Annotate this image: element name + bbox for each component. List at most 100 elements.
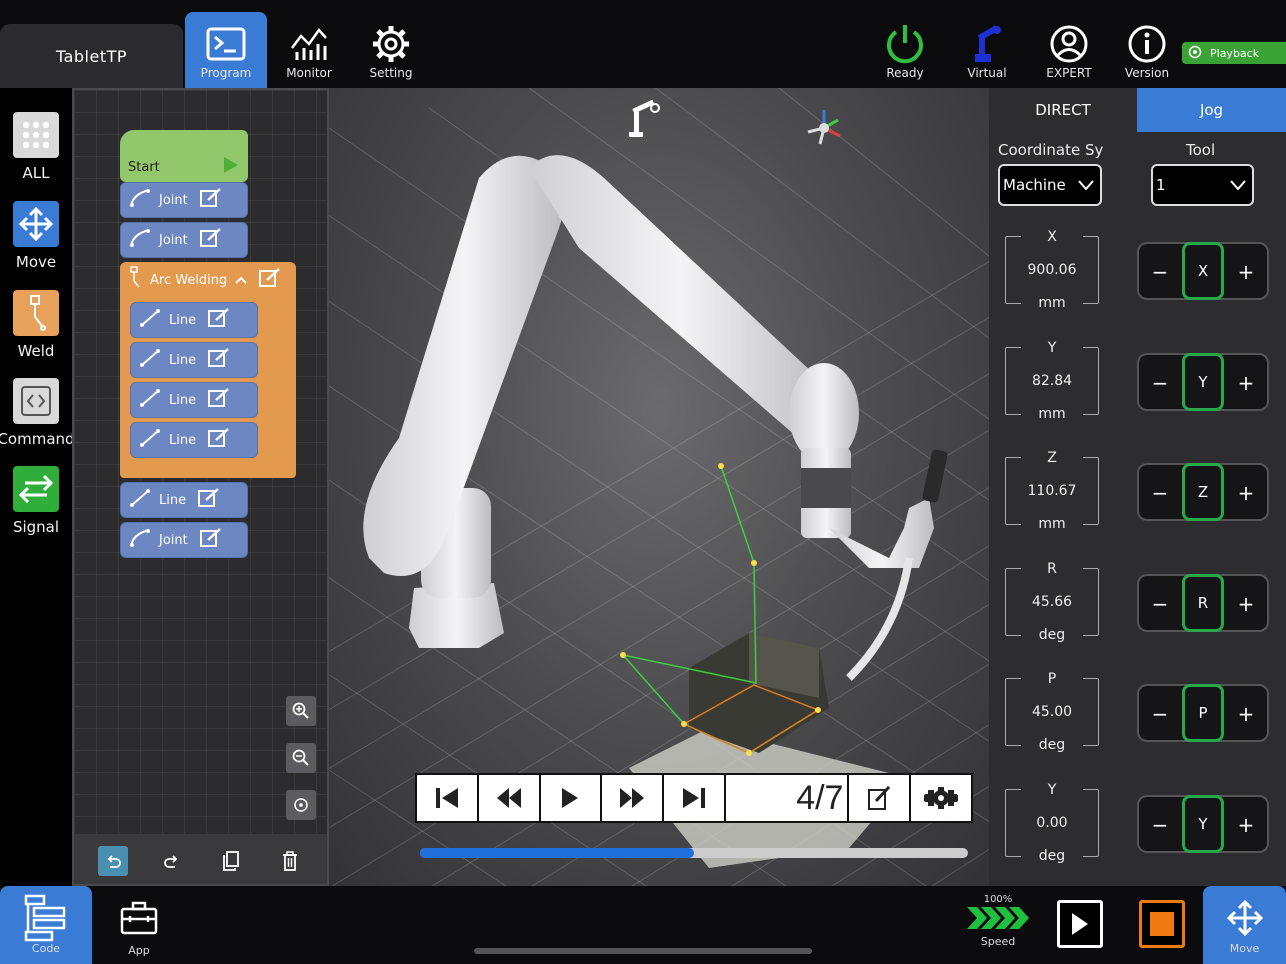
jog-minus-button[interactable]: − [1145,369,1175,397]
version-button[interactable]: Version [1106,12,1188,88]
edit-icon[interactable] [208,388,230,412]
edit-icon[interactable] [208,308,230,332]
start-block[interactable]: Start [120,130,248,182]
jog-minus-button[interactable]: − [1145,700,1175,728]
arc-welding-block[interactable]: Arc Welding [120,262,296,298]
joint-block[interactable]: Joint [120,522,248,558]
axis-name: Z [1047,450,1057,466]
stop-square-icon [1150,912,1174,936]
ready-button[interactable]: Ready [864,12,946,88]
rewind-button[interactable] [479,775,541,821]
line-block[interactable]: Line [130,382,258,418]
skip-to-start-button[interactable] [417,775,479,821]
joint-label: Joint [159,232,188,248]
undo-button[interactable] [98,846,128,876]
jog-minus-button[interactable]: − [1145,258,1175,286]
redo-button[interactable] [157,846,187,876]
jog-axis-button[interactable]: Y [1182,795,1224,853]
fast-forward-icon [620,788,645,808]
stop-button[interactable] [1139,900,1185,948]
robot-3d-viewport[interactable] [329,88,989,886]
line-path-icon [139,348,161,372]
playback-progress-bar[interactable] [420,848,968,858]
playback-settings-button[interactable] [911,775,971,821]
jog-minus-button[interactable]: − [1145,479,1175,507]
edit-icon[interactable] [199,228,222,252]
jog-plus-button[interactable]: + [1231,258,1261,286]
jog-axis-button[interactable]: P [1182,684,1224,742]
tab-jog[interactable]: Jog [1137,88,1286,132]
line-block[interactable]: Line [130,342,258,378]
jog-plus-button[interactable]: + [1231,700,1261,728]
joint-block[interactable]: Joint [120,222,248,258]
jog-axis-button[interactable]: Y [1182,353,1224,411]
axis-unit: mm [1038,406,1066,422]
expert-button[interactable]: EXPERT [1028,12,1110,88]
axis-value: 45.00 [1031,704,1073,720]
jog-control: − Y + [1137,353,1269,411]
line-block[interactable]: Line [130,422,258,458]
playback-toggle[interactable]: Playback [1182,42,1286,64]
jog-axis-button[interactable]: Z [1182,463,1224,521]
delete-button[interactable] [275,846,305,876]
zoom-in-button[interactable] [286,696,316,726]
step-counter: 4/7 [726,775,850,821]
move-button[interactable]: Move [1203,886,1286,964]
run-button[interactable] [1057,900,1103,948]
play-button[interactable] [541,775,603,821]
category-all[interactable]: ALL [0,112,72,182]
tab-direct[interactable]: DIRECT [989,88,1137,132]
jog-plus-button[interactable]: + [1231,369,1261,397]
skip-to-end-button[interactable] [664,775,726,821]
axis-value: 82.84 [1031,373,1073,389]
jog-axis-button[interactable]: R [1182,574,1224,632]
nav-monitor-button[interactable]: Monitor [268,12,350,88]
category-signal[interactable]: Signal [0,466,72,536]
line-block[interactable]: Line [130,302,258,338]
code-button[interactable]: Code [0,886,92,964]
top-bar: TabletTP Program Monitor Setting Ready V… [0,0,1286,88]
speed-control[interactable]: 100% Speed [960,894,1036,948]
play-icon [1072,913,1088,935]
jog-plus-button[interactable]: + [1231,479,1261,507]
category-move-label: Move [15,253,57,271]
jog-axis-button[interactable]: X [1182,242,1224,300]
line-block[interactable]: Line [120,482,248,518]
weld-torch-icon [13,290,59,336]
chevron-up-icon[interactable] [235,273,248,288]
edit-icon[interactable] [198,488,220,512]
category-move[interactable]: Move [0,201,72,271]
edit-icon[interactable] [259,268,281,292]
edit-step-button[interactable] [849,775,912,821]
jog-plus-button[interactable]: + [1231,811,1261,839]
zoom-out-button[interactable] [286,743,316,773]
category-command-label: Command [0,430,75,448]
jog-minus-button[interactable]: − [1145,590,1175,618]
tablet-tp-app: TabletTP Program Monitor Setting Ready V… [0,0,1286,964]
joint-block[interactable]: Joint [120,182,248,218]
nav-setting-button[interactable]: Setting [350,12,432,88]
category-signal-label: Signal [12,518,60,536]
axis-name: Y [1047,340,1057,356]
nav-program-label: Program [200,66,252,80]
edit-icon[interactable] [208,428,230,452]
virtual-button[interactable]: Virtual [946,12,1028,88]
category-weld[interactable]: Weld [0,290,72,360]
coordinate-system-select[interactable]: Machine [998,164,1102,206]
tool-select[interactable]: 1 [1151,164,1254,206]
robot-arm-icon [967,22,1007,66]
center-view-button[interactable] [286,790,316,820]
edit-icon[interactable] [208,348,230,372]
joint-label: Joint [159,532,188,548]
copy-button[interactable] [216,846,246,876]
jog-minus-button[interactable]: − [1145,811,1175,839]
edit-icon[interactable] [199,188,222,212]
nav-program-button[interactable]: Program [185,12,267,88]
jog-plus-button[interactable]: + [1231,590,1261,618]
edit-icon[interactable] [199,528,222,552]
category-command[interactable]: Command [0,378,75,448]
fast-forward-button[interactable] [602,775,665,821]
app-button[interactable]: App [106,900,172,957]
playback-icon [1188,45,1202,62]
line-path-icon [129,488,151,512]
